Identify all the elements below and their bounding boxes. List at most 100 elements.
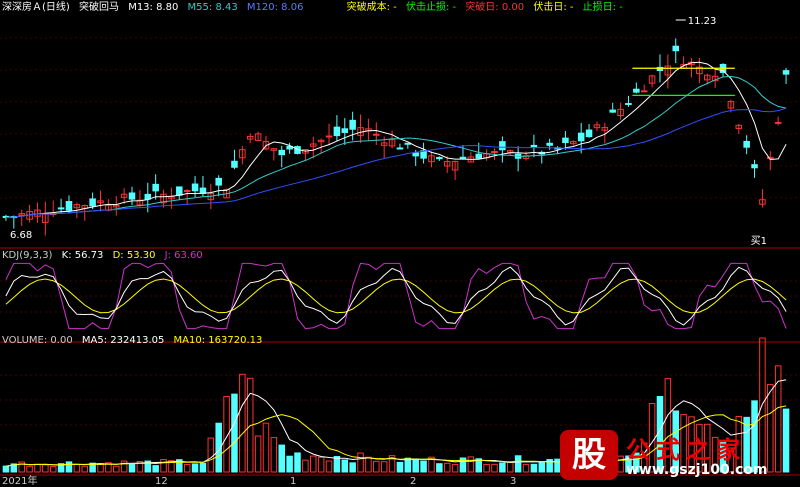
candle-body [672, 45, 679, 52]
volume-bar [530, 463, 538, 473]
kdj-j: J: 63.60 [164, 250, 203, 261]
candle-body [609, 109, 616, 113]
x-axis-label: 3 [510, 476, 516, 487]
indicator-name: 突破回马 [79, 2, 119, 13]
candle-body [191, 183, 199, 192]
volume-bar [183, 463, 191, 473]
volume-bar [49, 466, 57, 473]
candlestick-chart: 11.236.68买12021年 12 1 2 3 [0, 16, 800, 487]
volume-bar [341, 459, 349, 473]
ma55-line [5, 75, 787, 218]
volume-bar [443, 462, 451, 473]
volume-bar [286, 455, 293, 473]
volume-bar [152, 465, 159, 473]
volume-bar [538, 462, 546, 473]
m55-value: M55: 8.43 [187, 2, 238, 13]
volume-bar [239, 373, 246, 473]
ma120-line [5, 107, 787, 218]
candle-body [751, 164, 758, 169]
candle-body [459, 156, 467, 159]
volume-bar [73, 463, 81, 473]
volume-bar [333, 456, 341, 473]
candle-body [633, 88, 640, 93]
candle-body [199, 187, 207, 194]
x-axis-label: 2021年 [2, 474, 37, 487]
volume-ma10: MA10: 163720.13 [173, 335, 263, 346]
candle-body [57, 207, 65, 210]
volume-bar [522, 463, 530, 473]
kdj-header: KDJ(9,3,3) K: 56.73 D: 53.30 J: 63.60 [2, 249, 209, 263]
kdj-k: K: 56.73 [61, 250, 104, 261]
volume-bar [113, 465, 120, 473]
m13-value: M13: 8.80 [128, 2, 179, 13]
volume-bar [310, 455, 317, 473]
candle-body [89, 198, 96, 207]
candle-body [491, 150, 498, 153]
buy-label: 买1 [751, 235, 767, 247]
candle-body [625, 103, 632, 106]
volume-bar [199, 462, 207, 473]
volume-bar [436, 463, 443, 473]
volume-bar [499, 462, 506, 473]
break-day-value: 突破日: 0.00 [465, 2, 525, 13]
kdj-d: D: 53.30 [112, 250, 156, 261]
volume-bar [373, 460, 380, 473]
candle-body [341, 128, 349, 133]
volume-bar [396, 461, 404, 473]
candle-body [412, 152, 419, 157]
volume-bar [294, 452, 301, 473]
candle-body [499, 141, 506, 151]
volume-ma5: MA5: 232413.05 [81, 335, 165, 346]
volume-bar [26, 465, 33, 473]
volume-bar [278, 444, 285, 473]
m120-value: M120: 8.06 [246, 2, 304, 13]
volume-header: VOLUME: 0.00 MA5: 232413.05 MA10: 163720… [2, 334, 268, 348]
volume-bar [325, 460, 333, 473]
candle-body [782, 70, 790, 75]
volume-bar [34, 463, 41, 473]
candle-body [436, 156, 443, 160]
low-label: 6.68 [10, 230, 32, 241]
candle-body [475, 153, 482, 159]
candle-body [774, 121, 782, 124]
x-axis-label: 2 [410, 476, 416, 487]
volume-name: VOLUME: 0.00 [2, 335, 73, 346]
volume-bar [467, 456, 475, 473]
watermark-url: www.gszj100.com [626, 462, 768, 478]
price-header: 深深房Ａ(日线) 突破回马 M13: 8.80 M55: 8.43 M120: … [2, 1, 629, 15]
candle-body [176, 186, 183, 196]
candle-body [585, 129, 593, 138]
stock-name: 深深房Ａ(日线) [2, 2, 70, 13]
volume-bar [507, 461, 514, 473]
high-label: 11.23 [688, 16, 717, 27]
x-axis-label: 1 [290, 476, 296, 487]
candle-body [349, 119, 356, 130]
candle-body [546, 142, 553, 146]
volume-bar [483, 463, 490, 473]
volume-bar [128, 462, 136, 473]
candle-body [640, 90, 648, 93]
volume-bar [120, 460, 128, 473]
watermark-logo: 股 [560, 430, 618, 480]
volume-bar [270, 437, 278, 473]
breakout-bands [632, 67, 735, 96]
volume-bar [160, 459, 167, 473]
candle-body [333, 126, 341, 137]
volume-bar [491, 463, 498, 473]
candle-body [325, 135, 333, 138]
fuji-day-value: 伏击日: - [533, 2, 574, 13]
volume-bar [254, 435, 262, 473]
volume-bar [191, 463, 199, 473]
volume-bar [262, 422, 270, 473]
volume-bar [207, 437, 215, 473]
volume-bar [42, 464, 49, 473]
volume-bar [420, 460, 427, 473]
candle-body [562, 137, 569, 144]
volume-bar [349, 462, 356, 473]
kdj-name: KDJ(9,3,3) [2, 250, 53, 261]
volume-bar [412, 458, 419, 473]
stop-day-value: 止损日: - [582, 2, 623, 13]
candle-body [215, 177, 222, 186]
volume-bar [514, 455, 522, 473]
volume-bar [2, 465, 10, 473]
